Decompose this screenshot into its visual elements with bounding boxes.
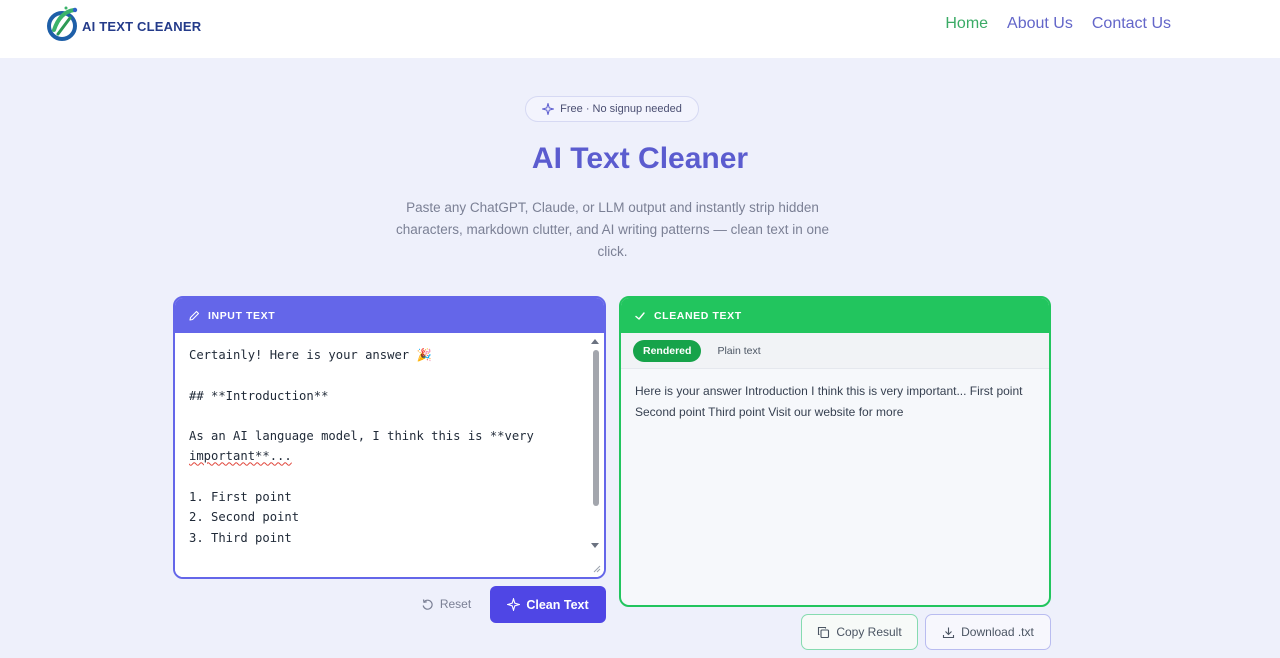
nav-home-link[interactable]: Home bbox=[945, 14, 988, 34]
logo-text[interactable]: AI TEXT CLEANER bbox=[82, 19, 201, 34]
copy-result-button[interactable]: Copy Result bbox=[801, 614, 918, 650]
copy-result-button-label: Copy Result bbox=[836, 625, 902, 639]
input-line: 2. Second point bbox=[189, 510, 300, 525]
nav-about-link[interactable]: About Us bbox=[1007, 14, 1073, 34]
page-title: AI Text Cleaner bbox=[531, 142, 749, 175]
clean-text-button[interactable]: Clean Text bbox=[490, 586, 606, 623]
download-icon bbox=[943, 627, 955, 638]
input-line: ## **Introduction** bbox=[189, 388, 329, 403]
input-text-content[interactable]: Certainly! Here is your answer 🎉 ## **In… bbox=[189, 345, 534, 548]
scrollbar-thumb[interactable] bbox=[593, 350, 599, 506]
copy-icon bbox=[818, 626, 830, 638]
input-line: important**... bbox=[189, 449, 292, 464]
input-panel: INPUT TEXT Certainly! Here is your answe… bbox=[173, 296, 606, 579]
scroll-up-arrow[interactable] bbox=[591, 339, 599, 344]
cleaned-text-output: Here is your answer Introduction I think… bbox=[635, 384, 1023, 419]
sparkle-icon bbox=[542, 103, 555, 115]
tab-rendered[interactable]: Rendered bbox=[633, 339, 702, 362]
input-line: 3. Third point bbox=[189, 530, 292, 545]
site-header: AI TEXT CLEANER Home About Us Contact Us bbox=[0, 0, 1280, 58]
input-line: As an AI language model, I think this is… bbox=[189, 429, 534, 444]
logo-icon[interactable] bbox=[44, 4, 84, 44]
download-txt-button-label: Download .txt bbox=[961, 625, 1034, 639]
tab-plain-text[interactable]: Plain text bbox=[707, 340, 770, 362]
nav-contact-link[interactable]: Contact Us bbox=[1092, 14, 1171, 34]
output-panel: CLEANED TEXT Rendered Plain text Here is… bbox=[619, 296, 1051, 607]
output-panel-header: CLEANED TEXT bbox=[621, 298, 1049, 333]
resize-handle-icon[interactable] bbox=[593, 565, 601, 573]
page-subtitle: Paste any ChatGPT, Claude, or LLM output… bbox=[396, 200, 829, 259]
output-panel-title: CLEANED TEXT bbox=[654, 309, 742, 322]
input-panel-header: INPUT TEXT bbox=[175, 298, 604, 333]
main-nav: Home About Us Contact Us bbox=[945, 14, 1171, 34]
pencil-icon bbox=[189, 310, 200, 321]
input-line: Certainly! Here is your answer 🎉 bbox=[189, 348, 432, 362]
download-txt-button[interactable]: Download .txt bbox=[925, 614, 1051, 650]
check-icon bbox=[635, 311, 645, 320]
sparkle-icon bbox=[507, 598, 521, 611]
free-badge: Free · No signup needed bbox=[525, 96, 699, 122]
input-textarea[interactable]: Certainly! Here is your answer 🎉 ## **In… bbox=[175, 333, 604, 577]
view-tabs: Rendered Plain text bbox=[621, 333, 1049, 369]
scroll-down-arrow[interactable] bbox=[591, 543, 599, 548]
reset-icon bbox=[422, 598, 433, 610]
clean-text-button-label: Clean Text bbox=[526, 597, 589, 612]
input-panel-title: INPUT TEXT bbox=[208, 309, 276, 322]
input-line: 1. First point bbox=[189, 490, 292, 505]
reset-button[interactable]: Reset bbox=[408, 586, 484, 622]
reset-button-label: Reset bbox=[439, 597, 472, 611]
badge-label: Free · No signup needed bbox=[560, 103, 682, 115]
